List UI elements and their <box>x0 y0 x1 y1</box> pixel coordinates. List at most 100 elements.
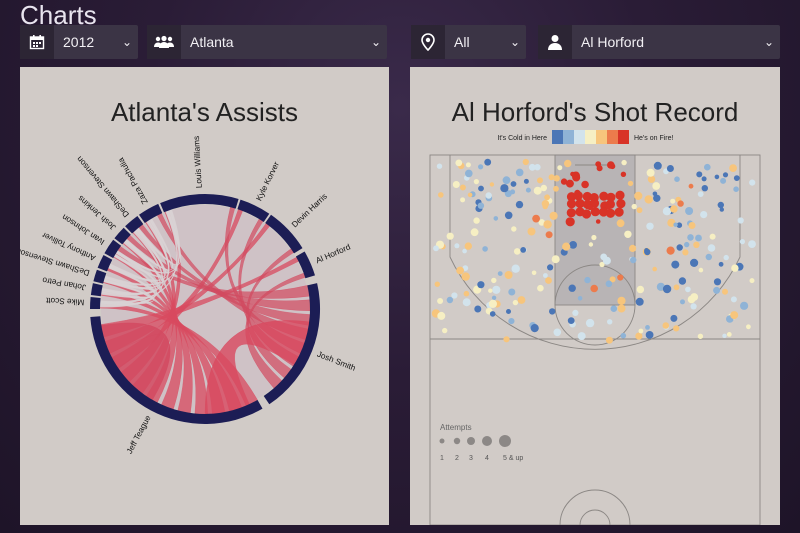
shot-dot[interactable] <box>670 205 678 213</box>
shot-dot[interactable] <box>489 311 496 317</box>
shot-dot[interactable] <box>730 311 739 320</box>
shot-dot[interactable] <box>543 220 552 229</box>
shot-dot[interactable] <box>553 185 559 192</box>
shot-dot[interactable] <box>437 311 446 320</box>
shot-dot[interactable] <box>488 288 493 293</box>
shot-dot[interactable] <box>591 234 597 241</box>
shot-dot[interactable] <box>677 200 684 207</box>
shot-dot[interactable] <box>687 295 696 304</box>
shot-dot[interactable] <box>568 284 576 292</box>
shot-dot[interactable] <box>513 248 521 255</box>
shot-dot[interactable] <box>478 185 484 192</box>
shot-dot[interactable] <box>459 184 466 191</box>
shot-dot[interactable] <box>688 183 694 189</box>
shot-dot[interactable] <box>713 278 722 286</box>
shot-dot[interactable] <box>504 211 513 220</box>
shot-dot[interactable] <box>645 325 650 330</box>
shot-dot[interactable] <box>722 333 727 338</box>
shot-dot[interactable] <box>614 207 624 217</box>
shot-dot[interactable] <box>510 181 517 187</box>
shot-dot[interactable] <box>631 203 637 210</box>
shot-dot[interactable] <box>545 231 553 239</box>
shot-dot[interactable] <box>615 190 625 200</box>
shot-dot[interactable] <box>493 216 499 221</box>
shot-dot[interactable] <box>718 261 724 267</box>
shot-dot[interactable] <box>723 254 729 261</box>
shot-dot[interactable] <box>577 332 586 341</box>
shot-dot[interactable] <box>697 191 704 197</box>
shot-dot[interactable] <box>503 336 510 343</box>
shot-dot[interactable] <box>473 179 479 185</box>
shot-dot[interactable] <box>605 208 616 218</box>
shot-dot[interactable] <box>584 276 591 284</box>
shot-dot[interactable] <box>682 249 689 256</box>
shot-dot[interactable] <box>510 189 516 195</box>
shot-dot[interactable] <box>616 219 625 228</box>
shot-dot[interactable] <box>461 272 470 281</box>
shot-dot[interactable] <box>749 179 756 186</box>
shot-dot[interactable] <box>581 209 592 219</box>
shot-dot[interactable] <box>733 186 739 192</box>
shot-dot[interactable] <box>532 214 540 223</box>
shot-dot[interactable] <box>726 332 732 337</box>
shot-dot[interactable] <box>645 331 654 339</box>
shot-dot[interactable] <box>610 305 618 312</box>
shot-dot[interactable] <box>515 168 524 177</box>
shot-dot[interactable] <box>673 222 678 227</box>
shot-dot[interactable] <box>684 241 690 248</box>
shot-dot[interactable] <box>511 264 520 273</box>
shot-dot[interactable] <box>695 234 702 242</box>
shot-dot[interactable] <box>433 245 439 252</box>
shot-dot[interactable] <box>442 327 448 334</box>
shot-dot[interactable] <box>508 288 516 296</box>
shot-dot[interactable] <box>537 177 543 184</box>
shot-dot[interactable] <box>548 174 555 181</box>
shot-dot[interactable] <box>463 290 470 297</box>
shot-dot[interactable] <box>674 176 680 182</box>
shot-dot[interactable] <box>462 298 471 307</box>
shot-dot[interactable] <box>635 332 643 340</box>
shot-dot[interactable] <box>464 242 472 250</box>
shot-dot[interactable] <box>688 222 696 229</box>
shot-dot[interactable] <box>545 277 552 284</box>
shot-dot[interactable] <box>646 222 654 230</box>
shot-dot[interactable] <box>652 266 657 272</box>
shot-dot[interactable] <box>491 277 497 284</box>
shot-dot[interactable] <box>572 309 579 316</box>
shot-dot[interactable] <box>488 299 497 308</box>
shot-dot[interactable] <box>489 182 495 187</box>
shot-dot[interactable] <box>652 182 661 190</box>
shot-dot[interactable] <box>549 308 556 315</box>
shot-dot[interactable] <box>569 241 577 249</box>
shot-dot[interactable] <box>470 228 479 237</box>
shot-dot[interactable] <box>666 246 675 255</box>
shot-dot[interactable] <box>746 324 751 330</box>
shot-dot[interactable] <box>627 180 634 187</box>
shot-dot[interactable] <box>553 328 562 337</box>
shot-dot[interactable] <box>673 284 680 291</box>
shot-dot[interactable] <box>740 301 749 310</box>
shot-dot[interactable] <box>484 158 492 166</box>
shot-dot[interactable] <box>729 164 737 172</box>
shot-dot[interactable] <box>602 256 611 265</box>
shot-dot[interactable] <box>434 281 440 287</box>
shot-dot[interactable] <box>662 207 672 216</box>
shot-dot[interactable] <box>666 165 674 172</box>
shot-dot[interactable] <box>515 200 524 209</box>
shot-dot[interactable] <box>620 171 627 177</box>
shot-dot[interactable] <box>676 244 683 251</box>
shot-dot[interactable] <box>506 309 511 314</box>
shot-dot[interactable] <box>477 202 485 209</box>
shot-dot[interactable] <box>722 172 729 178</box>
shot-dot[interactable] <box>748 240 756 249</box>
shot-dot[interactable] <box>617 274 624 281</box>
shot-dot[interactable] <box>522 158 529 166</box>
shot-dot[interactable] <box>629 244 637 252</box>
shot-dot[interactable] <box>620 332 627 339</box>
shot-dot[interactable] <box>492 285 501 294</box>
shot-dot[interactable] <box>540 184 547 192</box>
shot-dot[interactable] <box>537 284 544 292</box>
shot-dot[interactable] <box>690 303 697 310</box>
shot-dot[interactable] <box>634 191 643 200</box>
shot-dot[interactable] <box>565 217 575 227</box>
